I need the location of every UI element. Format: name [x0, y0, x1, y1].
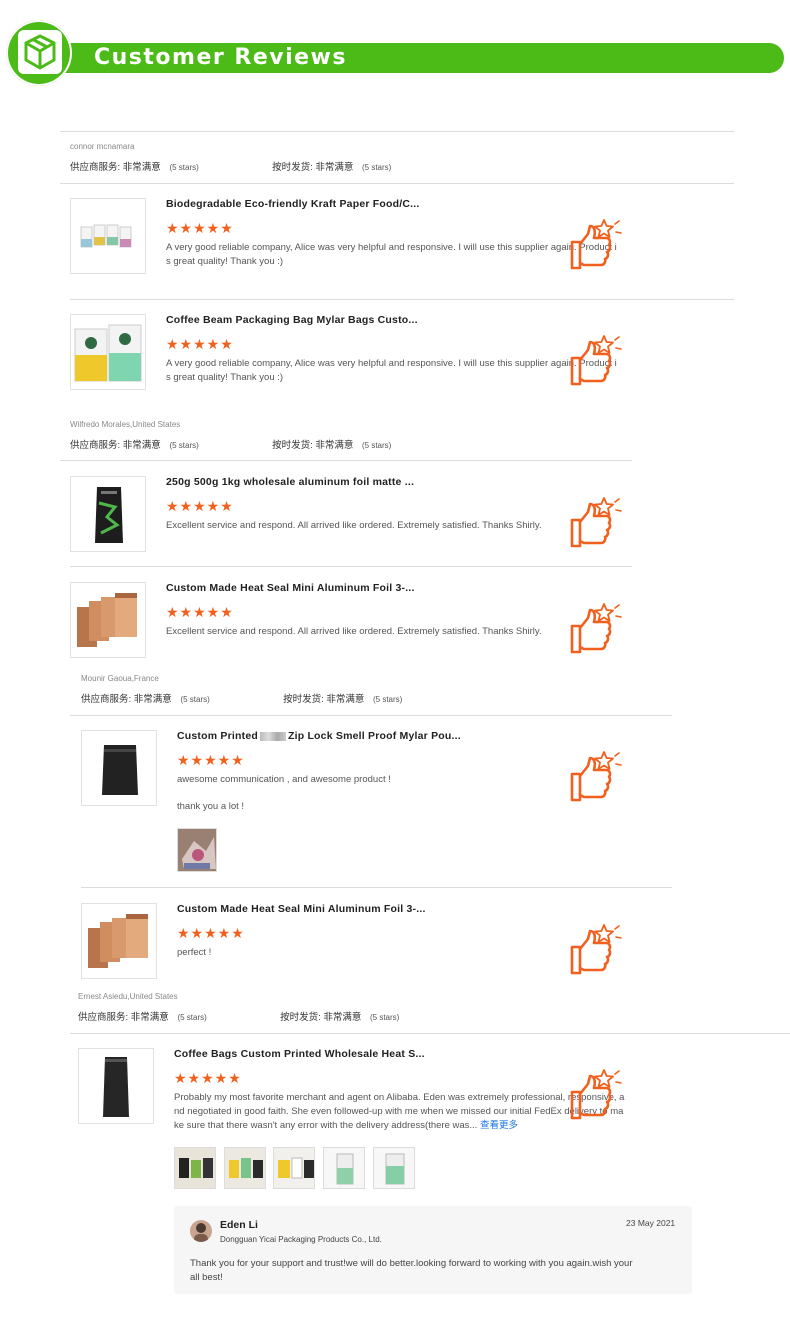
product-title[interactable]: Custom Made Heat Seal Mini Aluminum Foil… — [177, 903, 426, 915]
review-text: Probably my most favorite merchant and a… — [174, 1092, 625, 1131]
star-rating: ★★★★★ — [166, 220, 234, 236]
divider — [60, 460, 632, 461]
rating-summary: 供应商服务: 非常满意 (5 stars) 按时发货: 非常满意 (5 star… — [70, 440, 392, 451]
product-title[interactable]: Custom Made Heat Seal Mini Aluminum Foil… — [166, 582, 415, 594]
reply-company: Dongguan Yicai Packaging Products Co., L… — [220, 1235, 382, 1244]
avatar — [190, 1220, 212, 1242]
thumbs-up-icon — [570, 923, 622, 975]
thumbs-up-icon — [570, 1068, 622, 1120]
product-thumbnail[interactable] — [81, 903, 157, 979]
review-text: Excellent service and respond. All arriv… — [166, 626, 542, 637]
reviewer-name: Wilfredo Morales,United States — [70, 420, 181, 429]
see-more-link[interactable]: 查看更多 — [480, 1120, 518, 1131]
rating-summary: 供应商服务: 非常满意 (5 stars) 按时发货: 非常满意 (5 star… — [70, 162, 392, 173]
product-thumbnail[interactable] — [70, 476, 146, 552]
review-photo[interactable] — [323, 1147, 365, 1189]
divider — [60, 131, 734, 132]
divider — [70, 566, 632, 567]
star-rating: ★★★★★ — [166, 498, 234, 514]
product-title[interactable]: 250g 500g 1kg wholesale aluminum foil ma… — [166, 476, 414, 488]
product-title[interactable]: Biodegradable Eco-friendly Kraft Paper F… — [166, 198, 419, 210]
divider — [60, 183, 734, 184]
blurred-text — [259, 731, 286, 741]
thumbs-up-icon — [570, 496, 622, 548]
review-text: A very good reliable company, Alice was … — [166, 358, 617, 383]
star-rating: ★★★★★ — [166, 604, 234, 620]
review-photo[interactable] — [177, 828, 217, 872]
thumbs-up-icon — [570, 750, 622, 802]
reply-text: Thank you for your support and trust!we … — [190, 1258, 633, 1283]
review-text: A very good reliable company, Alice was … — [166, 242, 617, 267]
page-title: Customer Reviews — [94, 45, 347, 70]
product-thumbnail[interactable] — [81, 730, 157, 806]
thumbs-up-icon — [570, 602, 622, 654]
divider — [70, 715, 672, 716]
reviewer-name: Mounir Gaoua,France — [81, 674, 159, 683]
reviewer-name: connor mcnamara — [70, 142, 135, 151]
reply-author: Eden Li — [220, 1219, 258, 1231]
product-title[interactable]: Coffee Bags Custom Printed Wholesale Hea… — [174, 1048, 425, 1060]
review-text: awesome communication , and awesome prod… — [177, 774, 391, 785]
review-photo[interactable] — [224, 1147, 266, 1189]
cube-box-icon — [18, 30, 62, 74]
thumbs-up-icon — [570, 218, 622, 270]
divider — [81, 887, 672, 888]
star-rating: ★★★★★ — [166, 336, 234, 352]
rating-summary: 供应商服务: 非常满意 (5 stars) 按时发货: 非常满意 (5 star… — [78, 1012, 400, 1023]
review-photo[interactable] — [273, 1147, 315, 1189]
star-rating: ★★★★★ — [174, 1070, 242, 1086]
star-rating: ★★★★★ — [177, 752, 245, 768]
product-title[interactable]: Coffee Beam Packaging Bag Mylar Bags Cus… — [166, 314, 418, 326]
review-text: perfect ! — [177, 947, 212, 958]
product-thumbnail[interactable] — [70, 314, 146, 390]
rating-summary: 供应商服务: 非常满意 (5 stars) 按时发货: 非常满意 (5 star… — [81, 694, 403, 705]
product-thumbnail[interactable] — [70, 582, 146, 658]
review-photo[interactable] — [373, 1147, 415, 1189]
divider — [70, 299, 734, 300]
product-thumbnail[interactable] — [70, 198, 146, 274]
reply-date: 23 May 2021 — [626, 1218, 676, 1228]
reviewer-name: Ernest Asiedu,United States — [78, 992, 178, 1001]
star-rating: ★★★★★ — [177, 925, 245, 941]
product-thumbnail[interactable] — [78, 1048, 154, 1124]
review-text: Excellent service and respond. All arriv… — [166, 520, 542, 531]
product-title[interactable]: Custom Printed Zip Lock Smell Proof Mylar… — [177, 730, 461, 742]
thumbs-up-icon — [570, 334, 622, 386]
review-text: thank you a lot ! — [177, 801, 245, 812]
divider — [70, 1033, 790, 1034]
review-photo[interactable] — [174, 1147, 216, 1189]
